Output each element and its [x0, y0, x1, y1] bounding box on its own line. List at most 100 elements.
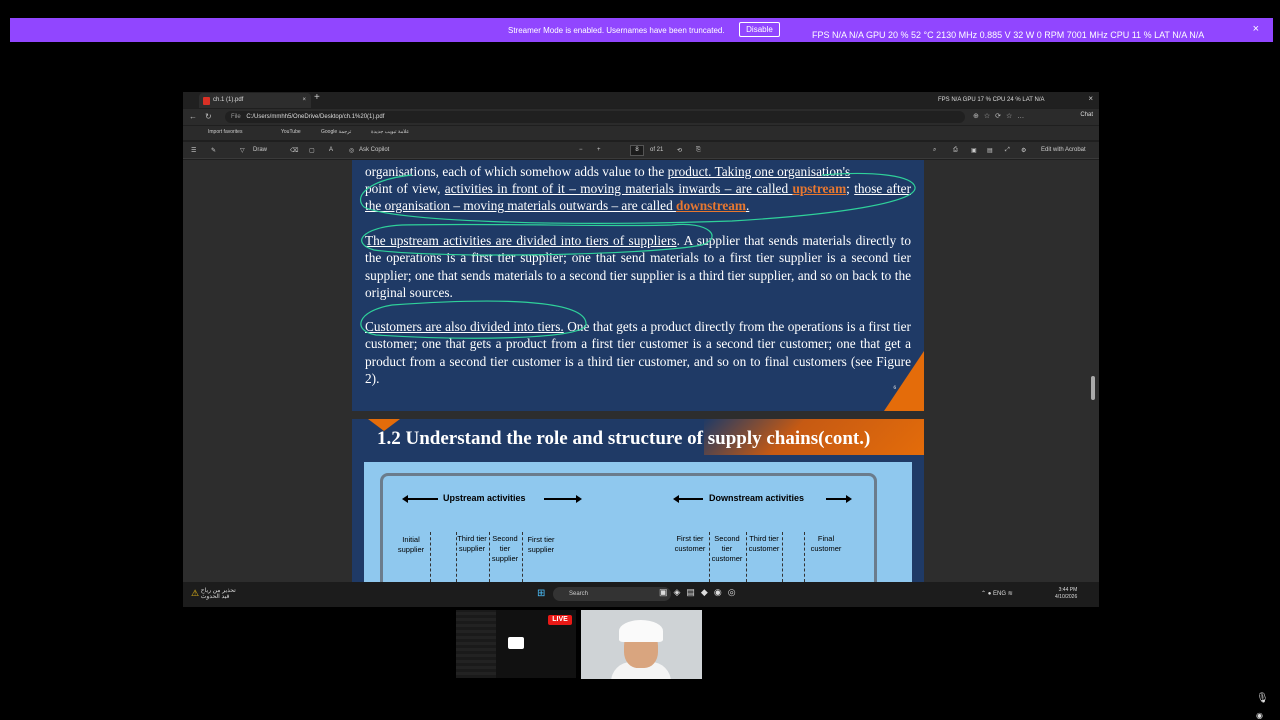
pdf-page-slide-text: organisations, each of which somehow add… — [352, 160, 924, 411]
tier-divider — [522, 532, 523, 582]
fullscreen-icon[interactable]: ⤢ — [1005, 147, 1010, 154]
downstream-arrow-right — [826, 495, 852, 503]
tier-third-customer: Third tier customer — [748, 534, 780, 553]
tier-divider — [709, 532, 710, 582]
refresh-icon[interactable]: ↻ — [205, 112, 212, 121]
save-as-icon[interactable]: ▤ — [987, 147, 993, 154]
fit-page-icon[interactable]: ⎘ — [696, 147, 701, 154]
tier-second-customer: Second tier customer — [711, 534, 743, 563]
chevron-up-icon[interactable]: ⌃ — [981, 591, 986, 597]
ink-ellipse-suppliers — [361, 223, 713, 256]
address-bar-row: ← ↻ File C:/Users/mmhh5/OneDrive/Desktop… — [183, 109, 1099, 125]
pdf-page-slide-figure: 1.2 Understand the role and structure of… — [352, 419, 924, 582]
favorite-import[interactable]: Import favorites — [208, 129, 242, 135]
slide-title: 1.2 Understand the role and structure of… — [377, 428, 871, 449]
person-headwear — [619, 620, 663, 642]
clock-time: 3:44 PM — [1058, 587, 1078, 593]
settings-icon[interactable]: ⚙ — [1021, 147, 1026, 154]
language-indicator[interactable]: ENG — [993, 591, 1006, 597]
print-icon[interactable]: ⎙ — [953, 147, 958, 154]
clock-date: 4/10/2026 — [1055, 594, 1078, 600]
ask-copilot-button[interactable]: Ask Copilot — [359, 147, 389, 153]
live-badge: LIVE — [548, 615, 572, 625]
pdf-viewer[interactable]: organisations, each of which somehow add… — [183, 160, 1099, 582]
tier-divider — [456, 532, 457, 582]
webcam-thumbnail[interactable] — [581, 610, 702, 679]
favorite-youtube[interactable]: YouTube — [281, 129, 301, 135]
tier-divider — [746, 532, 747, 582]
favorite-google-translate[interactable]: Google ترجمة — [321, 129, 351, 135]
eraser-icon[interactable]: ⌫ — [290, 147, 298, 154]
microphone-icon[interactable]: ● — [988, 591, 992, 597]
ink-annotations — [359, 172, 916, 339]
figure-frame — [380, 473, 877, 582]
rotate-icon[interactable]: ⟲ — [677, 147, 682, 154]
new-tab-button[interactable]: + — [314, 92, 320, 103]
taskbar-search-placeholder: Search — [569, 591, 589, 597]
disable-streamer-mode-button[interactable]: Disable — [739, 22, 780, 37]
window-close-icon[interactable]: × — [1088, 94, 1093, 103]
page-view-icon[interactable]: ▢ — [309, 147, 315, 154]
tab-title: ch.1 (1).pdf — [213, 97, 244, 103]
taskbar-search[interactable]: Search — [553, 587, 671, 601]
page-number-input[interactable]: 8 — [630, 145, 644, 156]
windows-taskbar: ⚠ تحذير من رياح قيد الحدوث ⊞ Search ▣◈▤◆… — [183, 582, 1099, 607]
microphone-icon[interactable]: 🎙 — [1256, 693, 1269, 704]
ink-ellipse-customers — [360, 300, 587, 339]
contents-icon[interactable]: ☰ — [191, 147, 196, 154]
favorites-bar: Import favorites YouTube Google ترجمة عل… — [183, 126, 1099, 140]
downstream-activities-label: Downstream activities — [709, 493, 805, 503]
streamer-mode-banner: Streamer Mode is enabled. Usernames have… — [10, 18, 1273, 42]
system-tray[interactable]: ⌃ ● ENG ≋ — [981, 590, 1013, 597]
url-text: C:/Users/mmhh5/OneDrive/Desktop/ch.1%20(… — [246, 114, 385, 120]
pdf-scrollbar-thumb[interactable] — [1091, 376, 1095, 400]
read-aloud-icon[interactable]: A — [329, 147, 333, 153]
address-bar-icons[interactable]: ⊕☆⟳☆… — [973, 112, 1029, 120]
search-icon[interactable]: ⌕ — [933, 147, 936, 154]
warning-icon: ⚠ — [191, 588, 200, 598]
highlight-icon[interactable]: ✎ — [211, 147, 216, 154]
ask-copilot-icon[interactable]: ◎ — [349, 147, 354, 154]
save-icon[interactable]: ▣ — [971, 147, 977, 154]
zoom-in-button[interactable]: + — [597, 147, 601, 153]
edit-with-acrobat-button[interactable]: Edit with Acrobat — [1041, 147, 1086, 153]
tier-third-supplier: Third tier supplier — [457, 534, 487, 553]
upstream-arrow-right — [544, 495, 582, 503]
browser-window: ch.1 (1).pdf × + FPS N/A GPU 17 % CPU 24… — [183, 92, 1099, 607]
pdf-icon — [203, 97, 210, 105]
upstream-arrow-left — [402, 495, 438, 503]
banner-close-icon[interactable]: × — [1253, 23, 1259, 35]
address-bar[interactable]: File C:/Users/mmhh5/OneDrive/Desktop/ch.… — [225, 111, 965, 123]
tier-divider — [430, 532, 431, 582]
thumbnail-pattern — [456, 610, 496, 678]
performance-overlay-stats: FPS N/A N/A GPU 20 % 52 °C 2130 MHz 0.88… — [812, 30, 1205, 40]
monitor-icon — [508, 637, 524, 649]
streamer-mode-message: Streamer Mode is enabled. Usernames have… — [508, 26, 725, 35]
taskbar-clock[interactable]: 3:44 PM 4/10/2026 — [1055, 587, 1077, 601]
tier-final-customer: Final customer — [810, 534, 842, 553]
url-scheme-label: File — [231, 114, 241, 120]
draw-button[interactable]: Draw — [253, 147, 267, 153]
upstream-activities-label: Upstream activities — [443, 493, 526, 503]
favorite-new-tab[interactable]: علامة تبويب جديدة — [371, 129, 409, 135]
supply-chain-figure: Upstream activities Downstream activitie… — [364, 462, 912, 582]
tier-second-supplier: Second tier supplier — [491, 534, 519, 563]
tier-first-supplier: First tier supplier — [527, 535, 555, 554]
weather-line2: قيد الحدوث — [200, 594, 230, 600]
tab-close-icon[interactable]: × — [302, 93, 306, 108]
settings-icon[interactable]: ◉ — [1256, 711, 1263, 720]
pdf-toolbar: ☰ ✎ ▽ Draw ⌫ ▢ A ◎ Ask Copilot − + 8 of … — [183, 142, 1099, 159]
draw-icon[interactable]: ▽ — [240, 147, 245, 154]
taskbar-app-icons[interactable]: ▣◈▤◆◉◎ — [659, 587, 742, 598]
weather-widget[interactable]: ⚠ تحذير من رياح قيد الحدوث — [191, 588, 236, 600]
windows-start-icon[interactable]: ⊞ — [537, 588, 545, 599]
back-icon[interactable]: ← — [189, 112, 197, 121]
tab-bar: ch.1 (1).pdf × + FPS N/A GPU 17 % CPU 24… — [183, 92, 1099, 108]
ink-ellipse-streams — [359, 172, 916, 224]
zoom-out-button[interactable]: − — [579, 147, 583, 153]
copilot-chat-button[interactable]: Chat — [1080, 112, 1093, 118]
tier-divider — [782, 532, 783, 582]
tier-divider — [489, 532, 490, 582]
wifi-icon[interactable]: ≋ — [1008, 591, 1013, 597]
tab-pdf[interactable]: ch.1 (1).pdf × — [199, 93, 311, 108]
